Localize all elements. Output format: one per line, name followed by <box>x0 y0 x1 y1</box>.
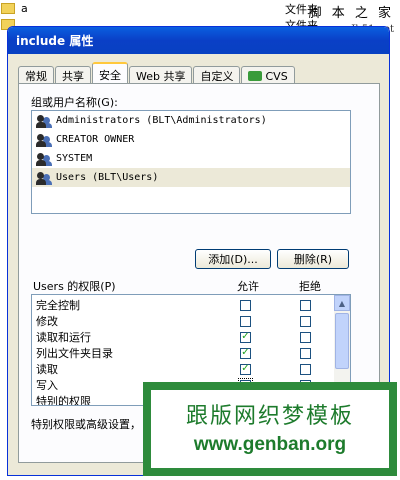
permission-row: 列出文件夹目录 ✓ <box>32 345 336 361</box>
permission-name: 完全控制 <box>36 299 80 312</box>
user-name: Administrators (BLT\Administrators) <box>56 115 267 126</box>
permission-name: 读取 <box>36 363 58 376</box>
user-list-item[interactable]: SYSTEM <box>32 149 350 168</box>
dialog-titlebar[interactable]: include 属性 <box>8 27 389 54</box>
permission-name: 列出文件夹目录 <box>36 347 113 360</box>
permission-name: 修改 <box>36 315 58 328</box>
permission-name: 写入 <box>36 379 58 392</box>
users-icon <box>36 133 54 147</box>
permission-row: 修改 <box>32 313 336 329</box>
user-name: SYSTEM <box>56 153 93 164</box>
genban-watermark-banner: 跟版网织梦模板 www.genban.org <box>143 382 397 476</box>
dialog-title: include 属性 <box>16 34 94 48</box>
user-list-item[interactable]: Administrators (BLT\Administrators) <box>32 111 350 130</box>
users-icon <box>36 152 54 166</box>
user-name: CREATOR OWNER <box>56 134 135 145</box>
tab-label: 常规 <box>25 70 47 83</box>
user-list-item-selected[interactable]: Users (BLT\Users) <box>32 168 350 187</box>
permission-row: 读取和运行 ✓ <box>32 329 336 345</box>
special-permissions-text: 特别权限或高级设置， <box>31 418 141 431</box>
tab-label: 共享 <box>62 70 84 83</box>
deny-checkbox[interactable] <box>300 363 311 375</box>
permission-row: 读取 ✓ <box>32 361 336 377</box>
deny-header: 拒绝 <box>299 280 321 293</box>
tab-label: 自定义 <box>200 70 234 83</box>
allow-checkbox[interactable]: ✓ <box>240 363 251 375</box>
deny-checkbox[interactable] <box>300 347 311 359</box>
permission-name: 特别的权限 <box>36 395 91 406</box>
users-icon <box>36 171 54 185</box>
tab-label: 安全 <box>99 68 121 82</box>
scroll-up-button[interactable]: ▲ <box>334 295 350 311</box>
users-icon <box>36 114 54 128</box>
scroll-thumb[interactable] <box>335 313 349 369</box>
user-name: Users (BLT\Users) <box>56 172 159 183</box>
deny-checkbox[interactable] <box>300 331 311 343</box>
user-list[interactable]: Administrators (BLT\Administrators) CREA… <box>31 110 351 214</box>
user-list-item[interactable]: CREATOR OWNER <box>32 130 350 149</box>
banner-inner: 跟版网织梦模板 www.genban.org <box>150 389 390 469</box>
tab-security[interactable]: 安全 <box>92 62 128 85</box>
banner-url-text: www.genban.org <box>193 434 347 455</box>
group-user-label: 组或用户名称(G): <box>31 96 118 109</box>
banner-cn-text: 跟版网织梦模板 <box>185 404 354 429</box>
cvs-turtle-icon <box>248 71 263 81</box>
tab-label: Web 共享 <box>136 70 186 83</box>
folder-icon <box>1 2 15 14</box>
tab-strip: 常规 共享 安全 Web 共享 自定义 CVS <box>18 62 296 85</box>
tab-label: CVS <box>265 69 288 83</box>
add-button[interactable]: 添加(D)... <box>195 249 271 269</box>
remove-button[interactable]: 删除(R) <box>277 249 349 269</box>
allow-checkbox[interactable] <box>240 315 251 327</box>
permission-name: 读取和运行 <box>36 331 91 344</box>
deny-checkbox[interactable] <box>300 299 311 311</box>
allow-checkbox[interactable]: ✓ <box>240 331 251 343</box>
allow-header: 允许 <box>237 280 259 293</box>
explorer-row-name: a <box>21 1 28 15</box>
allow-checkbox[interactable]: ✓ <box>240 347 251 359</box>
permissions-label: Users 的权限(P) <box>33 280 116 293</box>
deny-checkbox[interactable] <box>300 315 311 327</box>
explorer-row[interactable]: a <box>0 0 28 16</box>
allow-checkbox[interactable] <box>240 299 251 311</box>
top-watermark-text: 脚 本 之 家 <box>308 6 394 21</box>
permission-row: 完全控制 <box>32 297 336 313</box>
